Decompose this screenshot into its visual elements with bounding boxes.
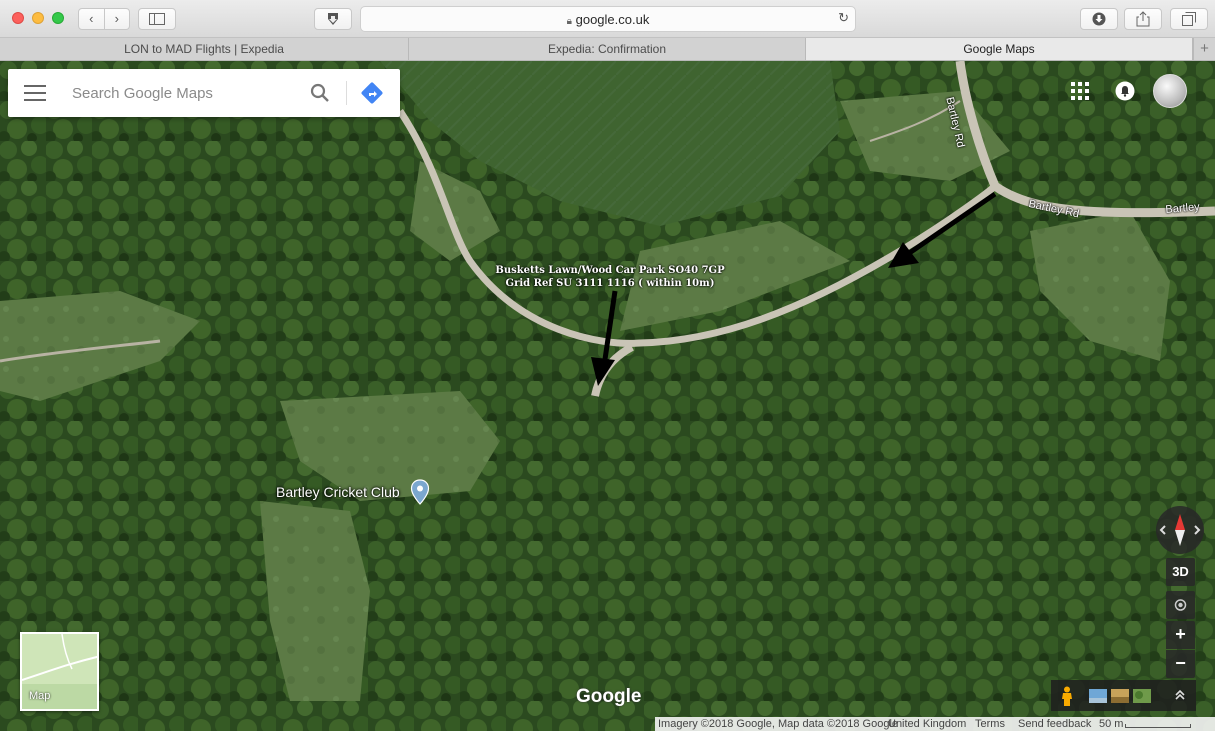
tab-expedia-flights[interactable]: LON to MAD Flights | Expedia [0,38,409,60]
menu-icon[interactable] [24,85,46,101]
tab-expedia-confirmation[interactable]: Expedia: Confirmation [409,38,806,60]
forward-button[interactable]: › [103,9,130,29]
scale-bar [1125,724,1191,728]
compass-button[interactable] [1156,506,1204,554]
browser-toolbar: ‹ › 🔒︎ google.co.uk ↻ [0,0,1215,38]
address-text: 🔒︎ google.co.uk [361,12,855,27]
zoom-window-button[interactable] [52,12,64,24]
satellite-imagery [0,61,1215,731]
share-button[interactable] [1124,8,1162,30]
download-shield-icon [328,13,338,25]
map-layer-label: Map [29,690,51,702]
lock-icon: 🔒︎ [566,16,572,27]
send-feedback-link[interactable]: Send feedback [1018,717,1091,731]
downloads-button[interactable] [1080,8,1118,30]
sidebar-icon [149,13,165,25]
place-label[interactable]: Bartley Cricket Club [276,484,400,500]
tab-google-maps[interactable]: Google Maps [806,38,1193,60]
region-link[interactable]: United Kingdom [888,717,966,731]
sidebar-toggle-button[interactable] [138,8,176,30]
zoom-out-button[interactable]: − [1166,650,1195,678]
place-pin-icon[interactable] [410,479,430,505]
gallery-thumbnail[interactable] [1089,689,1107,703]
annotation-line: Busketts Lawn/Wood Car Park SO40 7GP [495,265,725,276]
browser-window: ‹ › 🔒︎ google.co.uk ↻ LON to MAD Flights [0,0,1215,731]
close-window-button[interactable] [12,12,24,24]
street-view-pegman-icon[interactable] [1060,686,1074,706]
gallery-thumbnail[interactable] [1133,689,1151,703]
new-tab-button[interactable]: + [1193,38,1215,60]
navigation-buttons: ‹ › [78,8,130,30]
share-icon [1136,11,1150,27]
zoom-in-button[interactable]: + [1166,621,1195,649]
reload-icon[interactable]: ↻ [838,10,849,26]
gallery-thumbnail[interactable] [1111,689,1129,703]
search-icon[interactable] [308,81,332,105]
terms-link[interactable]: Terms [975,717,1005,731]
download-circle-icon [1092,12,1106,26]
google-logo: Google [576,686,642,707]
notifications-bell-icon[interactable] [1115,81,1135,101]
expand-chevron-icon[interactable] [1173,688,1187,702]
tilt-3d-button[interactable]: 3D [1166,558,1195,586]
my-location-button[interactable] [1166,591,1195,619]
address-bar[interactable]: 🔒︎ google.co.uk ↻ [360,6,856,32]
imagery-gallery [1051,680,1196,711]
back-button[interactable]: ‹ [79,9,104,29]
address-url: google.co.uk [575,12,650,27]
annotation-line: Grid Ref SU 3111 1116 ( within 10m) [505,278,715,289]
scale-label[interactable]: 50 m [1099,717,1123,731]
compass-icon [1159,514,1201,546]
show-all-tabs-button[interactable] [1170,8,1208,30]
apps-grid-icon[interactable] [1071,82,1089,100]
map-layer-toggle[interactable]: Map [20,632,99,711]
imagery-attribution: Imagery ©2018 Google, Map data ©2018 Goo… [658,718,899,730]
map-canvas[interactable]: Bartley Rd Bartley Rd Bartley Busketts L… [0,61,1215,731]
my-location-icon [1174,599,1187,611]
map-footer: Imagery ©2018 Google, Map data ©2018 Goo… [655,717,1215,731]
search-divider [346,81,347,105]
car-park-annotation: Busketts Lawn/Wood Car Park SO40 7GP Gri… [480,264,740,290]
directions-icon[interactable] [360,81,384,105]
account-avatar[interactable] [1153,74,1187,108]
tab-bar: LON to MAD Flights | Expedia Expedia: Co… [0,38,1215,61]
download-manager-button[interactable] [314,8,352,30]
search-box [8,69,400,117]
minimize-window-button[interactable] [32,12,44,24]
tabs-overview-icon [1182,12,1196,26]
search-input[interactable] [72,81,300,105]
